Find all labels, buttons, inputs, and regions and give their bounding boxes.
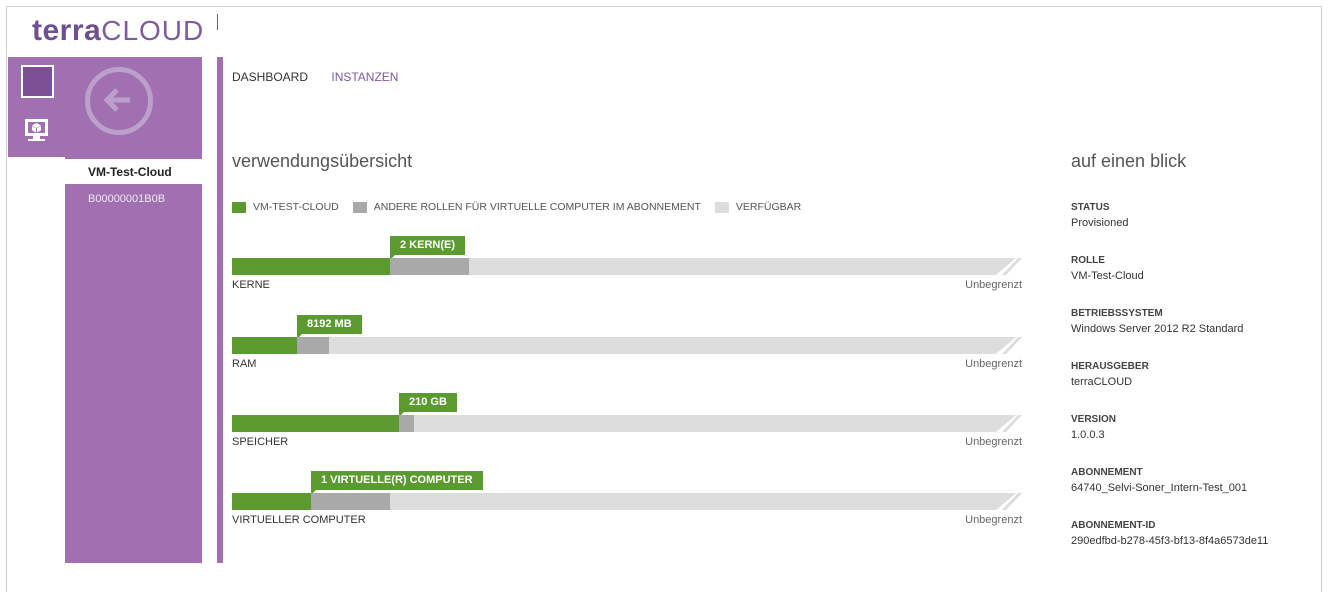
gauge-other-segment — [297, 337, 329, 354]
glance-value: Provisioned — [1071, 217, 1129, 229]
glance-item-version: VERSION 1.0.0.3 — [1071, 413, 1321, 466]
gauge-track — [232, 415, 1022, 432]
virtual-machines-button[interactable] — [8, 107, 65, 156]
glance-value: Windows Server 2012 R2 Standard — [1071, 323, 1244, 335]
glance-key: HERAUSGEBER — [1071, 361, 1149, 372]
unlimited-slash-icon — [996, 415, 1022, 432]
gauge-used-segment — [232, 337, 297, 354]
glance-key: ROLLE — [1071, 255, 1105, 266]
gauge-limit: Unbegrenzt — [965, 279, 1022, 291]
back-arrow-icon — [103, 88, 130, 112]
gauge-used-segment — [232, 415, 399, 432]
glance-item-os: BETRIEBSSYSTEM Windows Server 2012 R2 St… — [1071, 307, 1321, 360]
gauge-label: VIRTUELLER COMPUTER — [232, 514, 366, 526]
legend-item-available: VERFÜGBAR — [714, 201, 802, 213]
gauge-limit: Unbegrenzt — [965, 358, 1022, 370]
glance-key: ABONNEMENT — [1071, 467, 1143, 478]
glance-value: VM-Test-Cloud — [1071, 270, 1144, 282]
glance-item-subscription: ABONNEMENT 64740_Selvi-Soner_Intern-Test… — [1071, 466, 1321, 519]
legend-swatch-vm — [232, 201, 246, 213]
glance-value: 290edfbd-b278-45f3-bf13-8f4a6573de11 — [1071, 535, 1269, 547]
glance-value: 1.0.0.3 — [1071, 429, 1105, 441]
gauge-other-segment — [390, 258, 469, 275]
grid-icon — [26, 70, 45, 89]
legend-label-vm: VM-TEST-CLOUD — [253, 201, 339, 213]
legend-swatch-available — [714, 201, 729, 213]
gauge-label: SPEICHER — [232, 436, 289, 448]
gauge-callout: 1 VIRTUELLE(R) COMPUTER — [311, 471, 483, 495]
glance-key: ABONNEMENT-ID — [1071, 520, 1156, 531]
terracloud-logo[interactable]: terraCLOUD — [32, 14, 204, 48]
gauge-track — [232, 493, 1022, 510]
virtual-machine-icon — [25, 119, 48, 141]
unlimited-slash-icon — [996, 258, 1022, 275]
legend-item-other-roles: ANDERE ROLLEN FÜR VIRTUELLE COMPUTER IM … — [352, 201, 701, 213]
gauge-label: RAM — [232, 358, 257, 370]
unlimited-slash-icon — [996, 493, 1022, 510]
at-a-glance-panel: STATUS Provisioned ROLLE VM-Test-Cloud B… — [1071, 201, 1321, 572]
sidebar-item-subscription-id[interactable]: B00000001B0B — [88, 193, 165, 205]
gauge-callout: 8192 MB — [297, 315, 362, 339]
gauge-label: KERNE — [232, 279, 270, 291]
glance-value: 64740_Selvi-Soner_Intern-Test_001 — [1071, 482, 1248, 494]
usage-legend: VM-TEST-CLOUD ANDERE ROLLEN FÜR VIRTUELL… — [232, 201, 815, 213]
gauge-limit: Unbegrenzt — [965, 514, 1022, 526]
top-nav: DASHBOARD INSTANZEN — [232, 70, 418, 84]
gauge-callout: 2 KERN(E) — [390, 236, 466, 260]
content-divider — [217, 57, 223, 563]
icon-bar — [8, 57, 65, 157]
gauge-limit: Unbegrenzt — [965, 436, 1022, 448]
unlimited-slash-icon — [996, 337, 1022, 354]
logo-light-text: CLOUD — [101, 15, 205, 46]
grid-view-button[interactable] — [8, 57, 65, 106]
legend-label-other-roles: ANDERE ROLLEN FÜR VIRTUELLE COMPUTER IM … — [373, 201, 701, 213]
gauge-used-segment — [232, 493, 311, 510]
gauge-used-segment — [232, 258, 390, 275]
logo-separator — [217, 14, 218, 30]
usage-overview-title: verwendungsübersicht — [232, 151, 413, 171]
glance-value: terraCLOUD — [1071, 376, 1133, 388]
glance-key: VERSION — [1071, 414, 1117, 425]
tab-dashboard[interactable]: DASHBOARD — [232, 70, 308, 84]
at-a-glance-title: auf einen blick — [1071, 151, 1187, 171]
glance-item-publisher: HERAUSGEBER terraCLOUD — [1071, 360, 1321, 413]
side-panel — [65, 57, 202, 563]
sidebar-item-label: VM-Test-Cloud — [88, 165, 172, 179]
tab-instances[interactable]: INSTANZEN — [331, 70, 398, 84]
glance-item-status: STATUS Provisioned — [1071, 201, 1321, 254]
gauge-other-segment — [399, 415, 414, 432]
gauge-track — [232, 337, 1022, 354]
logo-bold-text: terra — [32, 14, 102, 47]
legend-swatch-other-roles — [352, 201, 367, 213]
gauge-other-segment — [311, 493, 390, 510]
gauge-track — [232, 258, 1022, 275]
glance-key: BETRIEBSSYSTEM — [1071, 308, 1163, 319]
glance-item-role: ROLLE VM-Test-Cloud — [1071, 254, 1321, 307]
glance-item-subscription-id: ABONNEMENT-ID 290edfbd-b278-45f3-bf13-8f… — [1071, 519, 1321, 572]
sidebar-item-vm-test-cloud[interactable]: VM-Test-Cloud — [65, 159, 202, 184]
legend-item-vm: VM-TEST-CLOUD — [232, 201, 339, 213]
glance-key: STATUS — [1071, 202, 1110, 213]
gauge-callout: 210 GB — [399, 393, 457, 417]
legend-label-available: VERFÜGBAR — [735, 201, 802, 213]
